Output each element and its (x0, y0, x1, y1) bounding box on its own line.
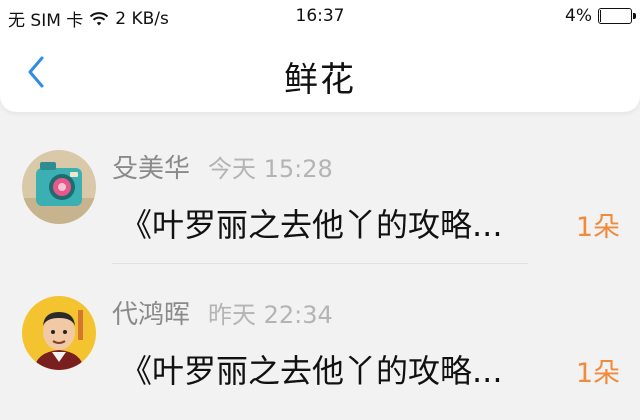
list-item[interactable]: 代鸿晖 昨天 22:34 《叶罗丽之去他丫的攻略... 1朵 (0, 274, 640, 420)
battery-icon (598, 8, 636, 24)
clock: 16:37 (295, 6, 345, 26)
sender-name: 殳美华 (112, 154, 191, 184)
message-preview: 《叶罗丽之去他丫的攻略... (120, 206, 503, 244)
message-list: 殳美华 今天 15:28 《叶罗丽之去他丫的攻略... 1朵 代鸿晖 昨天 22… (0, 128, 640, 420)
sender-name: 代鸿晖 (112, 300, 191, 330)
divider (112, 263, 528, 264)
list-item[interactable]: 殳美华 今天 15:28 《叶罗丽之去他丫的攻略... 1朵 (0, 128, 640, 274)
message-row: 《叶罗丽之去他丫的攻略... 1朵 (120, 200, 620, 246)
avatar[interactable] (22, 150, 96, 224)
page-title: 鲜花 (284, 60, 356, 100)
status-right: 4% (565, 6, 636, 26)
timestamp: 昨天 22:34 (208, 301, 333, 329)
name-row: 代鸿晖 昨天 22:34 (112, 294, 333, 331)
message-row: 《叶罗丽之去他丫的攻略... 1朵 (120, 346, 620, 392)
battery-fill (600, 10, 601, 22)
battery-percent: 4% (565, 6, 592, 26)
name-row: 殳美华 今天 15:28 (112, 148, 333, 185)
message-preview: 《叶罗丽之去他丫的攻略... (120, 352, 503, 390)
timestamp: 今天 15:28 (208, 155, 333, 183)
nav-bar: 鲜花 (0, 34, 640, 112)
status-bar: 无 SIM 卡 2 KB/s 16:37 4% (0, 0, 640, 34)
avatar[interactable] (22, 296, 96, 370)
flower-count: 1朵 (575, 358, 620, 389)
flower-count: 1朵 (575, 212, 620, 243)
